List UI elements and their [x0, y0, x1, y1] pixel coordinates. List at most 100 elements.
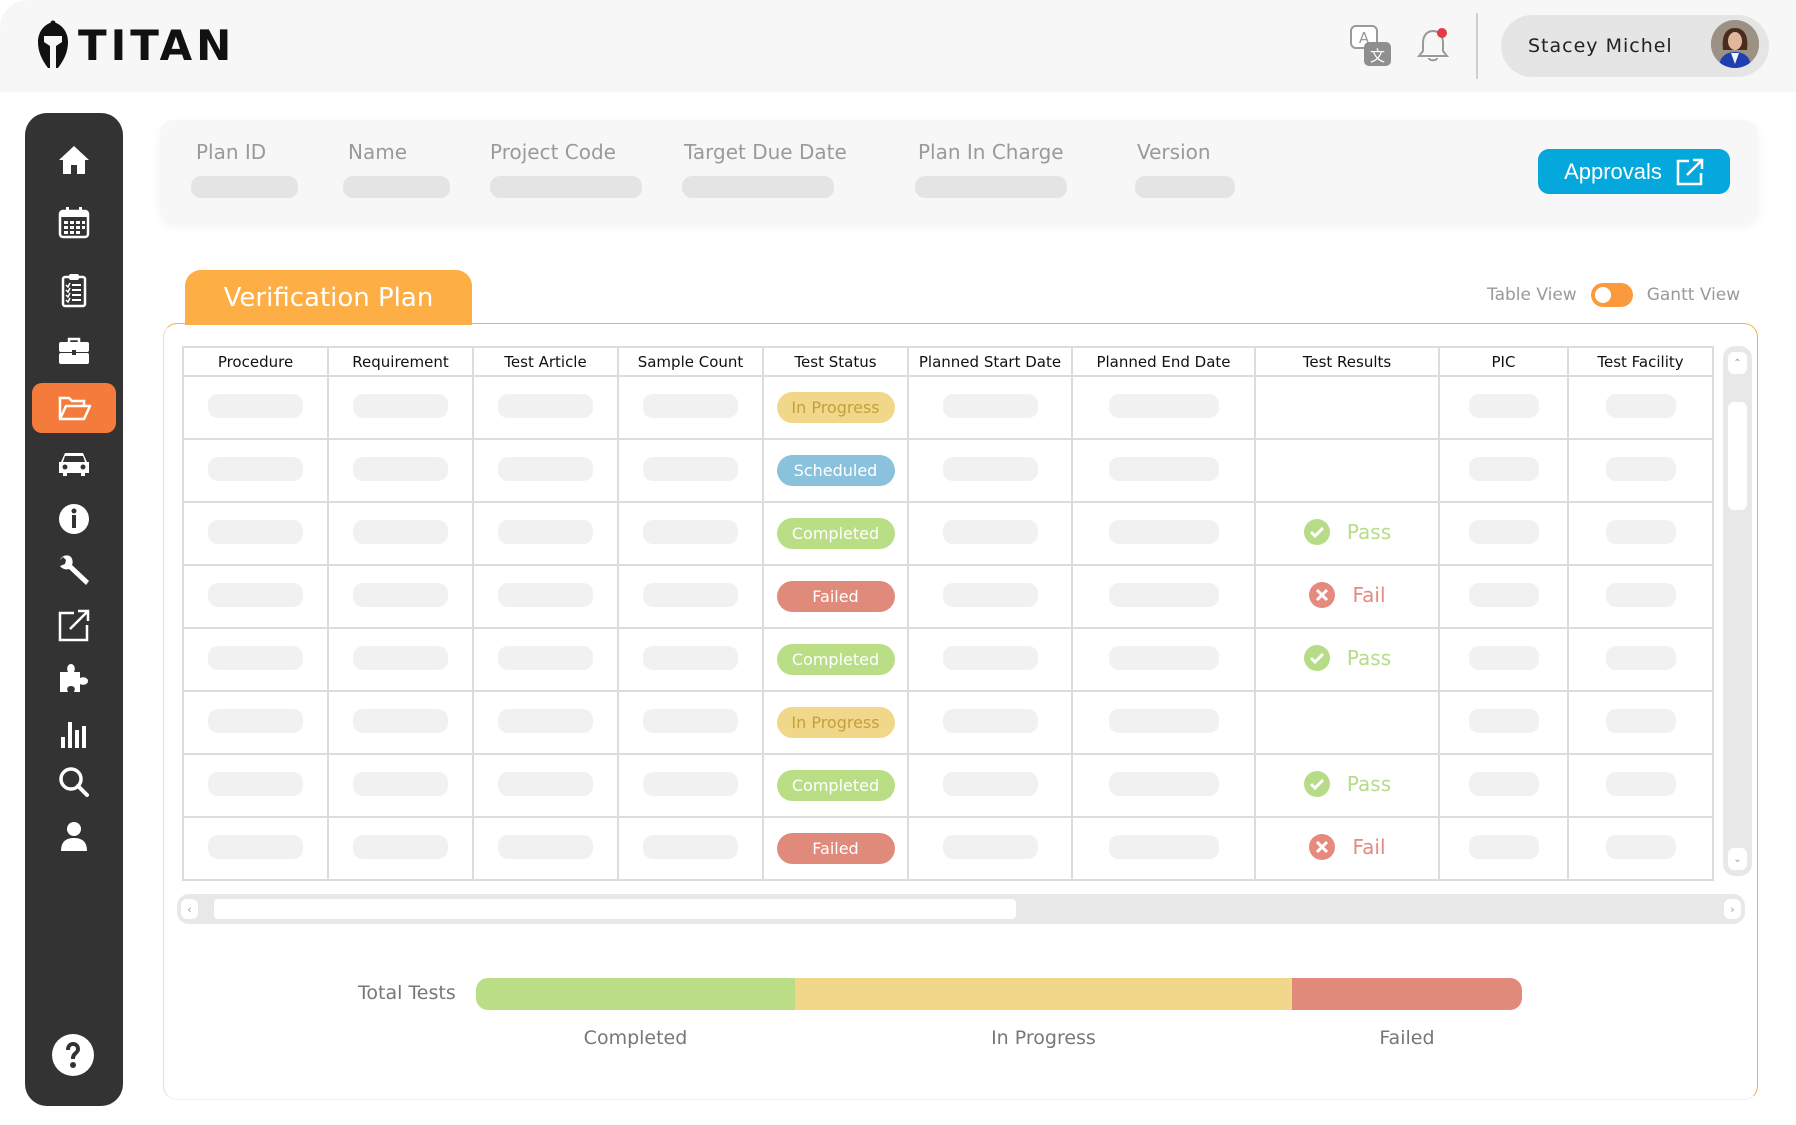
table-cell[interactable]: [617, 690, 764, 755]
table-row[interactable]: In Progress: [182, 690, 1714, 755]
table-cell[interactable]: [617, 627, 764, 692]
help-icon[interactable]: [49, 1031, 97, 1079]
table-cell[interactable]: [907, 438, 1073, 503]
table-cell[interactable]: Failed: [762, 564, 909, 629]
sidebar-item-reports[interactable]: [32, 708, 116, 758]
table-cell[interactable]: [327, 438, 474, 503]
column-header-test-status[interactable]: Test Status: [762, 346, 909, 377]
table-cell[interactable]: [1567, 627, 1714, 692]
table-cell[interactable]: [1071, 690, 1256, 755]
table-row[interactable]: In Progress: [182, 375, 1714, 440]
table-cell[interactable]: Fail: [1254, 816, 1440, 881]
table-cell[interactable]: Failed: [762, 816, 909, 881]
table-cell[interactable]: [1071, 564, 1256, 629]
table-cell[interactable]: [617, 438, 764, 503]
table-cell[interactable]: [327, 564, 474, 629]
column-header-test-results[interactable]: Test Results: [1254, 346, 1440, 377]
sidebar-item-plugins[interactable]: [32, 653, 116, 703]
table-cell[interactable]: [617, 564, 764, 629]
table-view-label[interactable]: Table View: [1487, 285, 1577, 305]
table-cell[interactable]: [472, 438, 619, 503]
table-cell[interactable]: Completed: [762, 753, 909, 818]
sidebar-item-search[interactable]: [32, 757, 116, 807]
table-cell[interactable]: [1438, 753, 1569, 818]
scroll-left-button[interactable]: ‹: [181, 899, 198, 919]
table-row[interactable]: Scheduled: [182, 438, 1714, 503]
table-cell[interactable]: [1071, 375, 1256, 440]
table-cell[interactable]: In Progress: [762, 690, 909, 755]
sidebar-item-vehicles[interactable]: [32, 438, 116, 488]
column-header-test-facility[interactable]: Test Facility: [1567, 346, 1714, 377]
column-header-sample-count[interactable]: Sample Count: [617, 346, 764, 377]
table-cell[interactable]: [1438, 564, 1569, 629]
sidebar-item-home[interactable]: [32, 135, 116, 185]
sidebar-item-info[interactable]: [32, 494, 116, 544]
table-cell[interactable]: [182, 627, 329, 692]
column-header-test-article[interactable]: Test Article: [472, 346, 619, 377]
view-switch[interactable]: [1590, 283, 1633, 307]
table-cell[interactable]: [907, 690, 1073, 755]
table-cell[interactable]: [327, 753, 474, 818]
table-cell[interactable]: [1071, 501, 1256, 566]
scroll-down-button[interactable]: ⌄: [1728, 848, 1747, 870]
table-cell[interactable]: [1567, 375, 1714, 440]
translate-button[interactable]: A 文: [1348, 22, 1394, 68]
table-cell[interactable]: [907, 375, 1073, 440]
sidebar-item-external[interactable]: [32, 600, 116, 650]
table-row[interactable]: Completed Pass: [182, 753, 1714, 818]
vertical-scrollbar[interactable]: ⌃ ⌄: [1723, 346, 1752, 876]
approvals-button[interactable]: Approvals: [1538, 149, 1730, 194]
table-cell[interactable]: [1567, 753, 1714, 818]
table-cell[interactable]: [1438, 375, 1569, 440]
table-cell[interactable]: Completed: [762, 627, 909, 692]
table-cell[interactable]: [1254, 438, 1440, 503]
table-cell[interactable]: Pass: [1254, 501, 1440, 566]
table-cell[interactable]: [617, 375, 764, 440]
table-cell[interactable]: [327, 816, 474, 881]
table-cell[interactable]: [1071, 627, 1256, 692]
column-header-planned-start-date[interactable]: Planned Start Date: [907, 346, 1073, 377]
scroll-up-button[interactable]: ⌃: [1728, 352, 1747, 374]
table-cell[interactable]: Pass: [1254, 753, 1440, 818]
table-cell[interactable]: [327, 501, 474, 566]
table-cell[interactable]: Pass: [1254, 627, 1440, 692]
table-row[interactable]: Failed Fail: [182, 816, 1714, 881]
table-cell[interactable]: [327, 375, 474, 440]
table-cell[interactable]: [1254, 375, 1440, 440]
table-cell[interactable]: [1254, 690, 1440, 755]
table-cell[interactable]: [182, 375, 329, 440]
column-header-requirement[interactable]: Requirement: [327, 346, 474, 377]
column-header-planned-end-date[interactable]: Planned End Date: [1071, 346, 1256, 377]
table-cell[interactable]: [472, 690, 619, 755]
sidebar-item-calendar[interactable]: [32, 197, 116, 247]
table-cell[interactable]: In Progress: [762, 375, 909, 440]
table-cell[interactable]: [907, 753, 1073, 818]
table-cell[interactable]: [1438, 438, 1569, 503]
table-cell[interactable]: [1438, 627, 1569, 692]
scroll-right-button[interactable]: ›: [1724, 899, 1741, 919]
table-cell[interactable]: [1567, 501, 1714, 566]
table-cell[interactable]: [1567, 816, 1714, 881]
table-cell[interactable]: Completed: [762, 501, 909, 566]
table-cell[interactable]: [472, 753, 619, 818]
table-cell[interactable]: Fail: [1254, 564, 1440, 629]
table-cell[interactable]: [907, 501, 1073, 566]
table-cell[interactable]: [182, 438, 329, 503]
table-cell[interactable]: [472, 564, 619, 629]
sidebar-item-tools[interactable]: [32, 545, 116, 595]
column-header-procedure[interactable]: Procedure: [182, 346, 329, 377]
table-cell[interactable]: [1438, 816, 1569, 881]
table-row[interactable]: Failed Fail: [182, 564, 1714, 629]
table-cell[interactable]: [472, 501, 619, 566]
table-cell[interactable]: [182, 816, 329, 881]
sidebar-item-projects[interactable]: [32, 383, 116, 433]
table-cell[interactable]: [1071, 753, 1256, 818]
table-cell[interactable]: Scheduled: [762, 438, 909, 503]
table-cell[interactable]: [1071, 816, 1256, 881]
gantt-view-label[interactable]: Gantt View: [1647, 285, 1740, 305]
table-cell[interactable]: [472, 816, 619, 881]
table-cell[interactable]: [907, 627, 1073, 692]
user-menu[interactable]: Stacey Michel: [1501, 15, 1769, 77]
sidebar-item-checklist[interactable]: [32, 265, 116, 315]
tab-verification-plan[interactable]: Verification Plan: [185, 270, 472, 325]
